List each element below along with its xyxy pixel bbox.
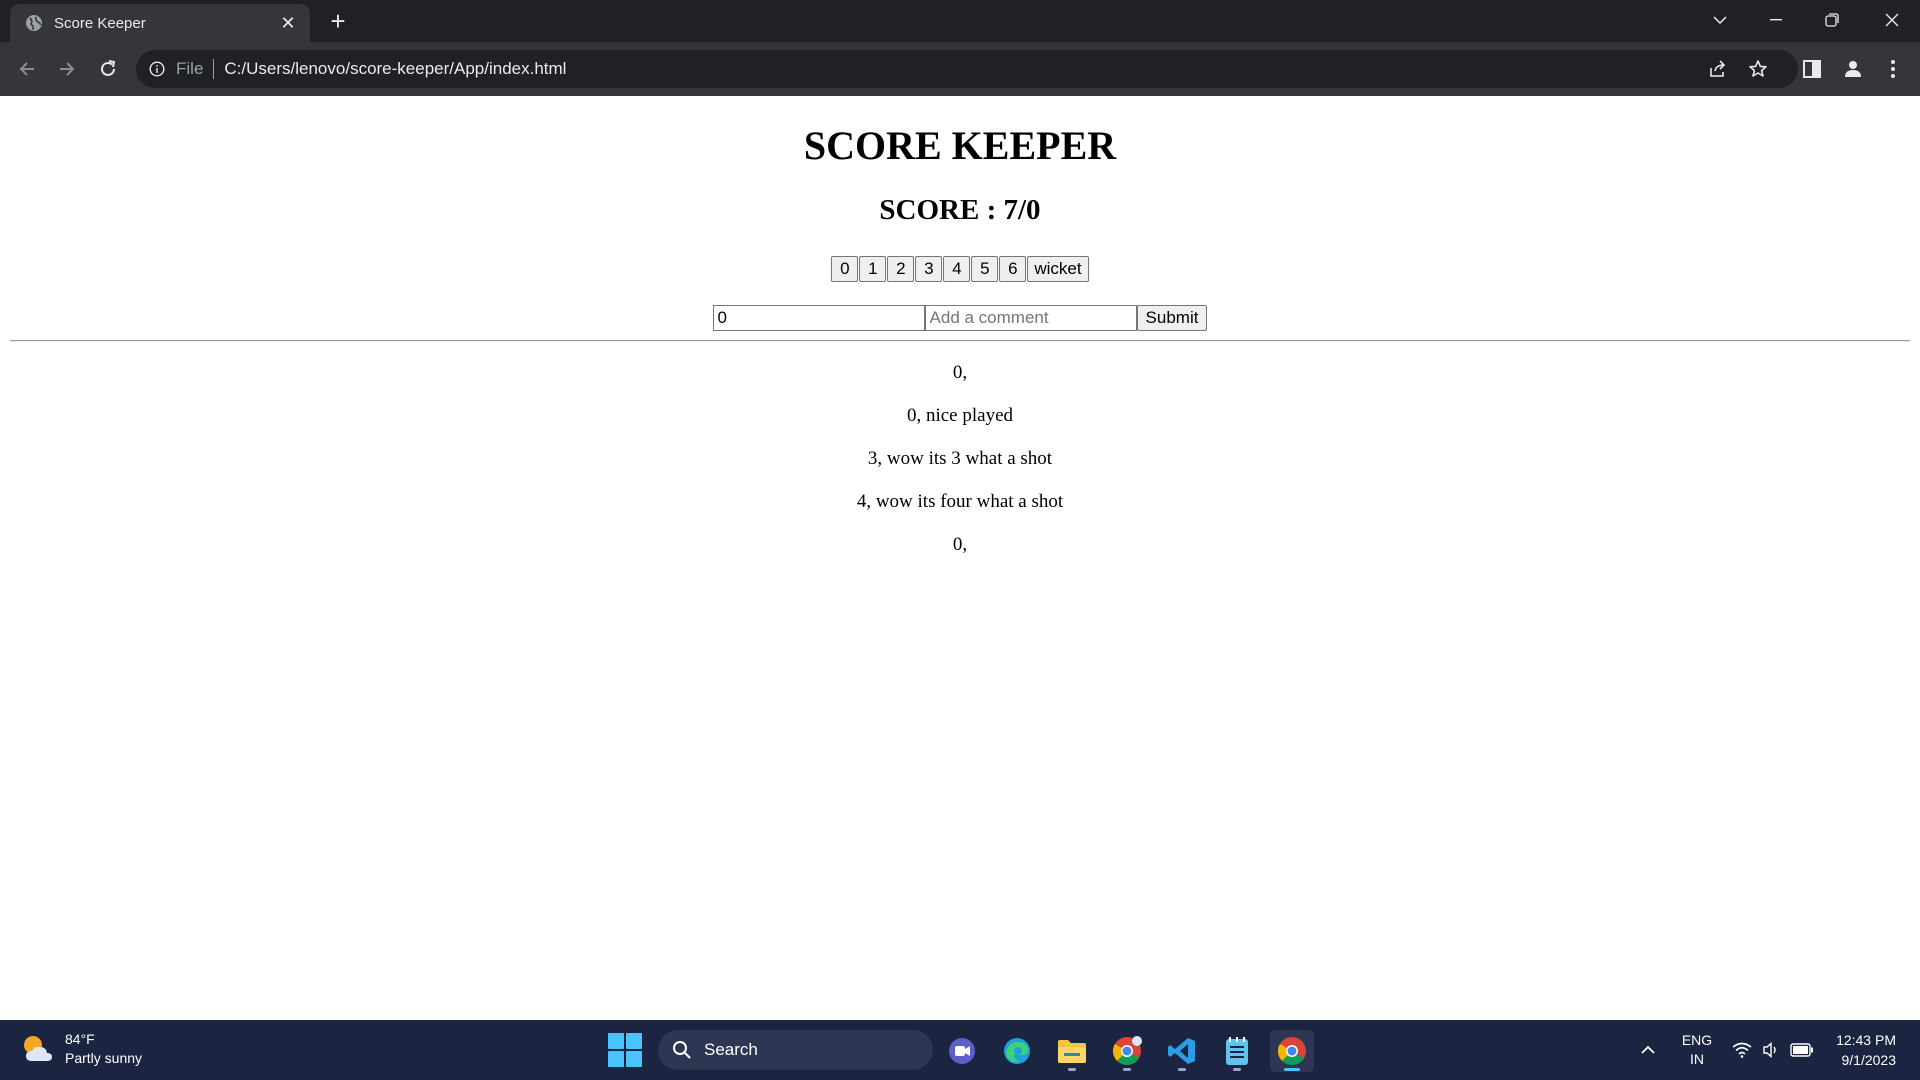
url-separator — [213, 59, 215, 79]
search-icon — [673, 1041, 691, 1059]
windows-start-icon[interactable] — [608, 1033, 642, 1067]
wicket-button[interactable]: wicket — [1027, 256, 1089, 282]
wifi-icon — [1732, 1042, 1752, 1058]
system-tray-icons[interactable] — [1732, 1020, 1814, 1080]
vscode-icon[interactable] — [1160, 1030, 1204, 1072]
log-item: 0, — [952, 534, 968, 555]
page-title: SCORE KEEPER — [803, 123, 1117, 168]
tab-title: Score Keeper — [54, 14, 146, 32]
taskbar: 84°F Partly sunny Search ENG IN 12:43 PM… — [0, 1020, 1920, 1080]
language-region: IN — [1690, 1051, 1704, 1067]
run-5-button[interactable]: 5 — [971, 256, 999, 282]
back-arrow-icon[interactable] — [11, 53, 43, 85]
show-hidden-icons-chevron-icon[interactable] — [1640, 1020, 1656, 1080]
browser-tab-strip: Score Keeper ✕ + — [0, 0, 1920, 42]
side-panel-icon[interactable] — [1796, 53, 1828, 85]
reload-icon[interactable] — [92, 53, 124, 85]
teams-meet-icon[interactable] — [940, 1030, 984, 1072]
submit-button[interactable]: Submit — [1136, 305, 1208, 331]
bookmark-star-icon[interactable] — [1744, 55, 1772, 83]
run-1-button[interactable]: 1 — [859, 256, 887, 282]
info-icon[interactable] — [148, 60, 166, 78]
search-label: Search — [704, 1040, 758, 1059]
volume-icon — [1763, 1042, 1776, 1058]
run-4-button[interactable]: 4 — [943, 256, 971, 282]
new-tab-button[interactable]: + — [324, 8, 352, 35]
weather-desc: Partly sunny — [65, 1050, 143, 1066]
weather-widget[interactable]: 84°F Partly sunny — [20, 1030, 142, 1068]
edge-icon[interactable] — [995, 1030, 1039, 1072]
tab-search-chevron-icon[interactable] — [1692, 0, 1748, 40]
close-window-button[interactable] — [1864, 0, 1920, 40]
run-0-button[interactable]: 0 — [831, 256, 859, 282]
run-2-button[interactable]: 2 — [887, 256, 915, 282]
chrome-active-icon[interactable] — [1270, 1030, 1314, 1072]
menu-kebab-icon[interactable] — [1877, 53, 1909, 85]
language-code: ENG — [1681, 1032, 1713, 1048]
system-clock[interactable]: 12:43 PM 9/1/2023 — [1826, 1030, 1896, 1070]
weather-temp: 84°F — [65, 1031, 95, 1047]
minimize-button[interactable] — [1748, 0, 1804, 40]
profile-icon[interactable] — [1837, 53, 1869, 85]
address-bar[interactable]: File C:/Users/lenovo/score-keeper/App/in… — [136, 50, 1798, 88]
log-item: 4, wow its four what a shot — [856, 491, 1064, 512]
url-scheme-label: File — [176, 59, 204, 78]
globe-icon — [25, 14, 43, 32]
comment-input[interactable] — [924, 305, 1137, 331]
clock-date: 9/1/2023 — [1841, 1052, 1897, 1068]
log-item: 0, nice played — [906, 405, 1014, 426]
notepad-icon[interactable] — [1215, 1030, 1259, 1072]
browser-toolbar: File C:/Users/lenovo/score-keeper/App/in… — [0, 42, 1920, 96]
page-content: SCORE KEEPER SCORE : 7/0 0 1 2 3 4 5 6 w… — [0, 96, 1920, 1020]
commentary-log: 0, 0, nice played 3, wow its 3 what a sh… — [0, 362, 1920, 577]
runs-input[interactable] — [712, 305, 925, 331]
run-buttons-group: 0 1 2 3 4 5 6 wicket — [0, 256, 1920, 282]
restore-button[interactable] — [1804, 0, 1860, 40]
log-item: 3, wow its 3 what a shot — [867, 448, 1053, 469]
divider — [10, 340, 1910, 342]
file-explorer-icon[interactable] — [1050, 1030, 1094, 1072]
chrome-icon[interactable] — [1105, 1030, 1149, 1072]
language-indicator[interactable]: ENG IN — [1680, 1020, 1714, 1080]
close-tab-icon[interactable]: ✕ — [278, 13, 298, 33]
taskbar-search[interactable]: Search — [658, 1030, 933, 1070]
browser-tab[interactable]: Score Keeper ✕ — [10, 4, 310, 42]
partly-sunny-icon — [20, 1031, 56, 1067]
log-item: 0, — [952, 362, 968, 383]
score-display: SCORE : 7/0 — [879, 194, 1041, 226]
battery-icon — [1790, 1043, 1813, 1057]
clock-time: 12:43 PM — [1836, 1032, 1896, 1048]
comment-form: Submit — [0, 305, 1920, 331]
run-6-button[interactable]: 6 — [999, 256, 1027, 282]
url-text[interactable]: C:/Users/lenovo/score-keeper/App/index.h… — [224, 59, 566, 79]
run-3-button[interactable]: 3 — [915, 256, 943, 282]
share-icon[interactable] — [1704, 55, 1732, 83]
forward-arrow-icon[interactable] — [51, 53, 83, 85]
